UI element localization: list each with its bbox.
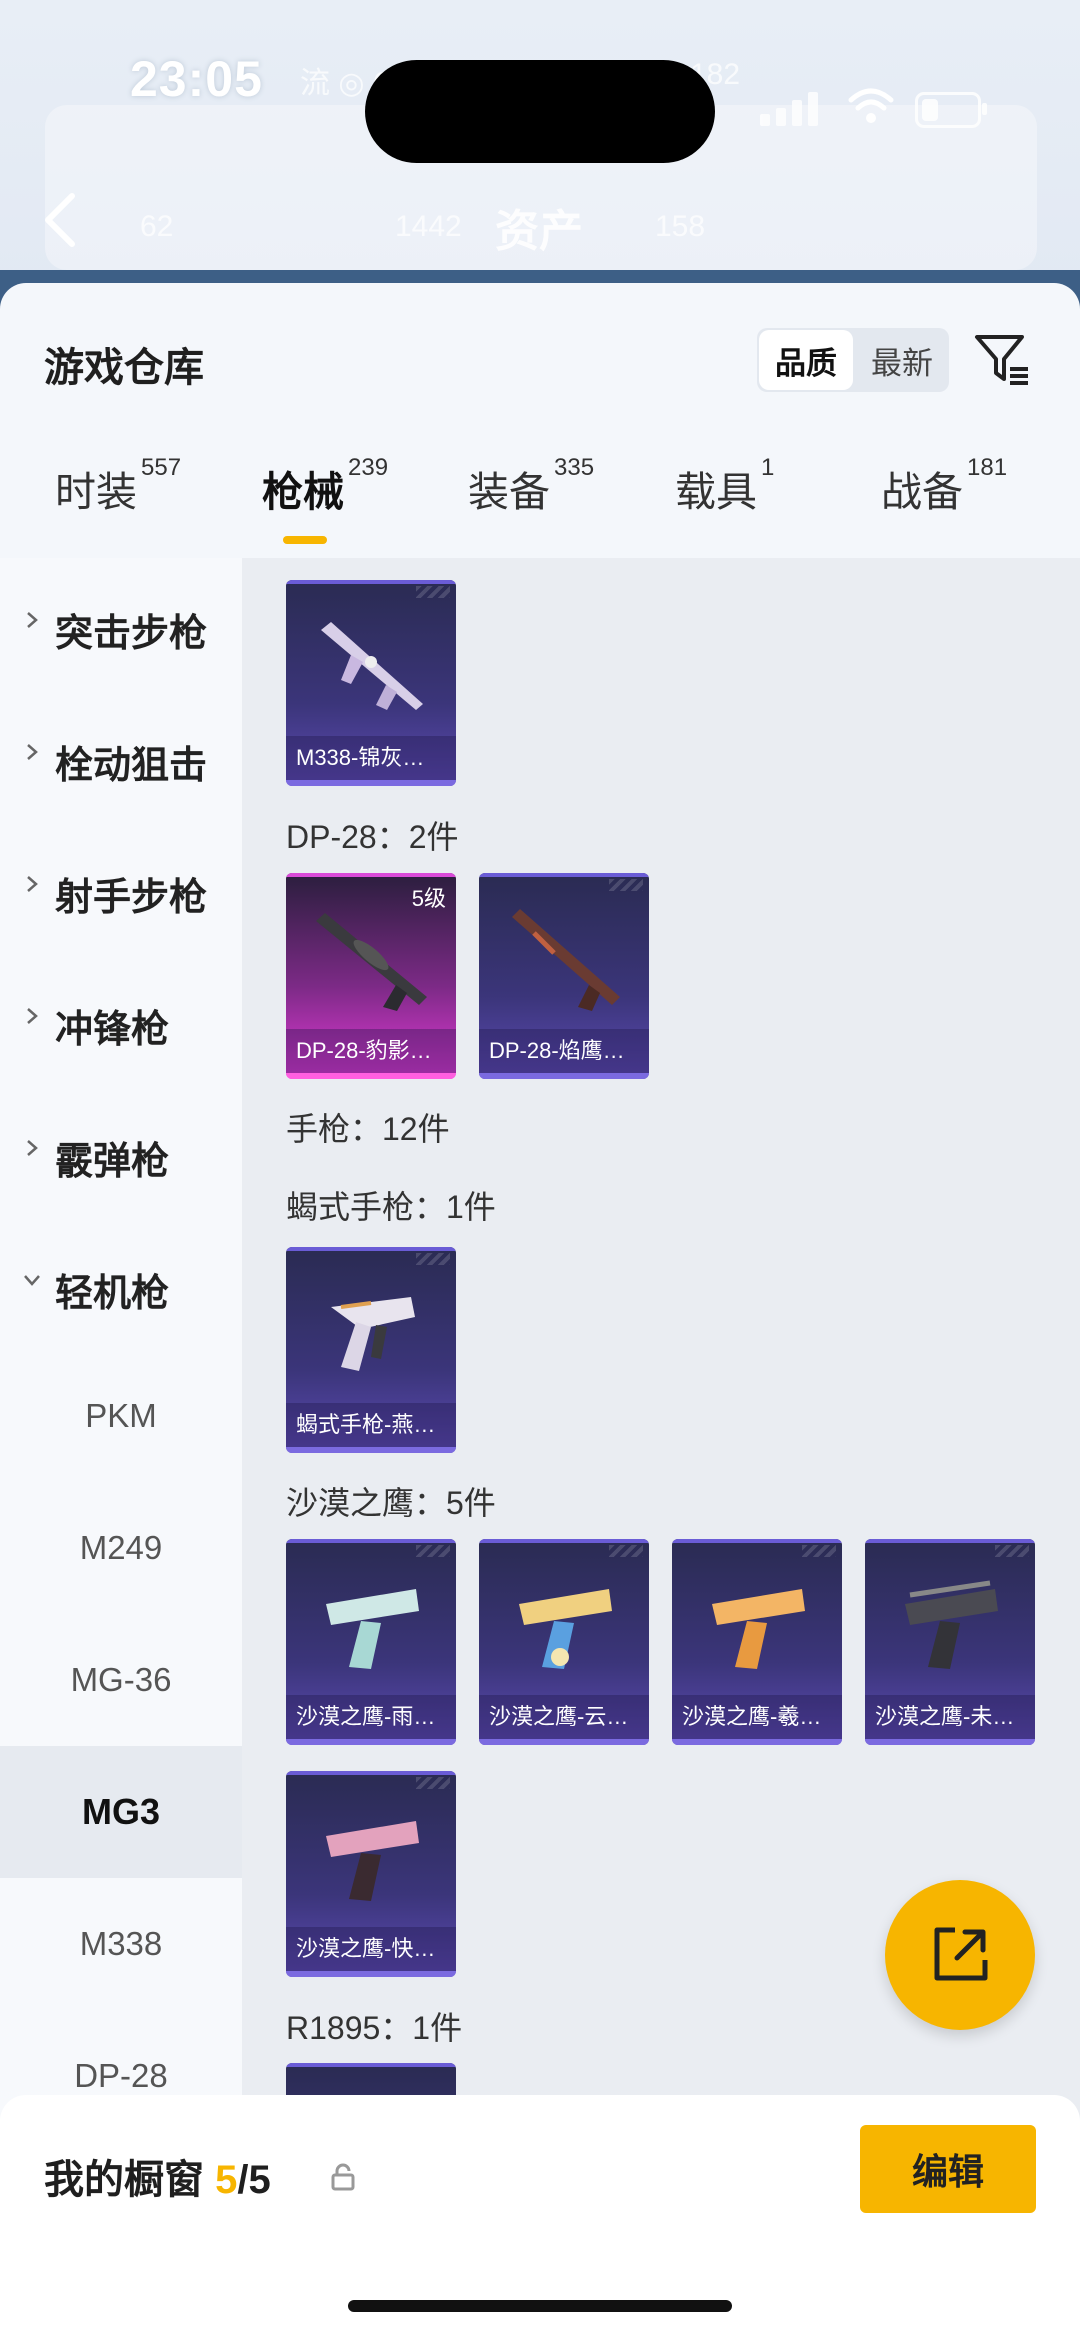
category-bolt-sniper[interactable]: 栓动狙击 <box>0 690 242 822</box>
chevron-right-icon <box>27 612 38 628</box>
item-name: 蝎式手枪-燕… <box>286 1403 456 1447</box>
category-list: 突击步枪 栓动狙击 射手步枪 冲锋枪 霰弹枪 轻机枪 PKM M249 MG-3… <box>0 558 242 2341</box>
tab-bar: 时装557 枪械239 装备335 载具1 战备181 <box>0 454 1080 558</box>
background-stat: 158 <box>655 210 706 243</box>
chevron-right-icon <box>27 876 38 892</box>
filter-icon[interactable] <box>972 329 1032 389</box>
subcategory-mg3[interactable]: MG3 <box>0 1746 242 1878</box>
edit-button[interactable]: 编辑 <box>860 2125 1036 2213</box>
item-grid: M338-锦灰… DP-28：2件 5级 DP-28-豹影… DP-28-焰鹰… <box>242 558 1080 2341</box>
sort-newest-button[interactable]: 最新 <box>855 328 949 392</box>
status-bar: 23:05 流 ◎ 62K 182 <box>0 30 1080 163</box>
chevron-down-icon <box>24 1275 40 1286</box>
lock-icon <box>331 2163 355 2191</box>
battery-icon <box>915 92 987 128</box>
sheet-title: 游戏仓库 <box>44 346 204 390</box>
wifi-icon <box>848 88 894 123</box>
background-stat: 62 <box>140 210 174 243</box>
category-assault-rifle[interactable]: 突击步枪 <box>0 558 242 690</box>
item-card[interactable]: 沙漠之鹰-快… <box>286 1771 456 1977</box>
item-card[interactable]: 蝎式手枪-燕… <box>286 1247 456 1453</box>
item-card[interactable]: 5级 DP-28-豹影… <box>286 873 456 1079</box>
item-name: DP-28-豹影… <box>286 1029 456 1073</box>
chevron-right-icon <box>27 1008 38 1024</box>
tab-vehicles[interactable]: 载具1 <box>675 454 774 518</box>
status-time: 23:05 <box>130 51 263 107</box>
pistol-icon <box>905 1580 998 1669</box>
category-lmg[interactable]: 轻机枪 <box>0 1218 242 1350</box>
pistol-icon <box>326 1821 419 1901</box>
item-card[interactable]: DP-28-焰鹰… <box>479 873 649 1079</box>
dynamic-island <box>365 60 715 163</box>
item-card[interactable]: 沙漠之鹰-羲… <box>672 1539 842 1745</box>
group-label-pistol: 手枪：12件 <box>286 1111 450 1147</box>
category-label: 霰弹枪 <box>55 1141 170 1183</box>
background-stat: 1442 <box>395 210 462 243</box>
showcase-total-count: /5 <box>237 2158 271 2202</box>
sort-toggle: 品质 最新 <box>757 328 949 392</box>
tab-count: 1 <box>761 454 775 481</box>
tab-equipment[interactable]: 装备335 <box>468 454 594 518</box>
item-name: M338-锦灰… <box>286 736 456 780</box>
bottom-bar: 我的橱窗 5/5 编辑 <box>0 2095 1080 2341</box>
tab-count: 335 <box>554 454 595 481</box>
showcase-current-count: 5 <box>215 2158 238 2202</box>
share-button[interactable] <box>885 1880 1035 2030</box>
item-card[interactable]: M338-锦灰… <box>286 580 456 786</box>
back-arrow-icon[interactable] <box>40 190 80 250</box>
active-tab-indicator <box>283 536 327 544</box>
tab-count: 557 <box>141 454 182 481</box>
category-marksman-rifle[interactable]: 射手步枪 <box>0 822 242 954</box>
group-label-scorpion: 蝎式手枪：1件 <box>286 1189 496 1225</box>
group-label-dp28: DP-28：2件 <box>286 819 459 855</box>
pistol-icon <box>519 1589 612 1669</box>
category-label: 射手步枪 <box>55 877 208 919</box>
subcategory-m338[interactable]: M338 <box>0 1878 242 2010</box>
subcategory-m249[interactable]: M249 <box>0 1482 242 1614</box>
chevron-right-icon <box>27 1140 38 1156</box>
pistol-icon <box>326 1589 419 1669</box>
category-shotgun[interactable]: 霰弹枪 <box>0 1086 242 1218</box>
pistol-icon <box>331 1297 415 1371</box>
pistol-icon <box>712 1589 805 1669</box>
tab-battle-gear[interactable]: 战备181 <box>881 454 1007 518</box>
sort-quality-button[interactable]: 品质 <box>759 330 853 390</box>
item-name: 沙漠之鹰-快… <box>286 1927 456 1971</box>
item-name: 沙漠之鹰-羲… <box>672 1695 842 1739</box>
home-indicator <box>348 2300 732 2312</box>
share-icon <box>934 1927 988 1981</box>
item-card[interactable]: 沙漠之鹰-云… <box>479 1539 649 1745</box>
showcase-label: 我的橱窗 5/5 <box>44 2158 271 2202</box>
item-card[interactable]: 沙漠之鹰-雨… <box>286 1539 456 1745</box>
item-card[interactable]: 沙漠之鹰-未… <box>865 1539 1035 1745</box>
subcategory-mg36[interactable]: MG-36 <box>0 1614 242 1746</box>
background-title: 资产 <box>495 207 583 256</box>
rifle-icon <box>512 909 620 1011</box>
tab-count: 239 <box>348 454 389 481</box>
rifle-icon <box>321 622 423 710</box>
group-label-r1895: R1895：1件 <box>286 2010 463 2046</box>
item-name: 沙漠之鹰-未… <box>865 1695 1035 1739</box>
tab-fashion[interactable]: 时装557 <box>55 454 181 518</box>
category-label: 轻机枪 <box>55 1273 170 1315</box>
warehouse-sheet: 游戏仓库 品质 最新 时装557 枪械239 装备335 载具1 战备181 突… <box>0 283 1080 2341</box>
subcategory-pkm[interactable]: PKM <box>0 1350 242 1482</box>
category-label: 冲锋枪 <box>55 1009 170 1051</box>
tab-count: 181 <box>967 454 1008 481</box>
chevron-right-icon <box>27 744 38 760</box>
tab-firearms[interactable]: 枪械239 <box>262 454 388 518</box>
item-name: 沙漠之鹰-云… <box>479 1695 649 1739</box>
category-smg[interactable]: 冲锋枪 <box>0 954 242 1086</box>
category-label: 突击步枪 <box>55 613 208 655</box>
category-label: 栓动狙击 <box>55 745 208 787</box>
item-name: 沙漠之鹰-雨… <box>286 1695 456 1739</box>
item-name: DP-28-焰鹰… <box>479 1029 649 1073</box>
rifle-icon <box>316 913 427 1011</box>
group-label-desert-eagle: 沙漠之鹰：5件 <box>286 1485 496 1521</box>
signal-icon <box>760 90 830 126</box>
